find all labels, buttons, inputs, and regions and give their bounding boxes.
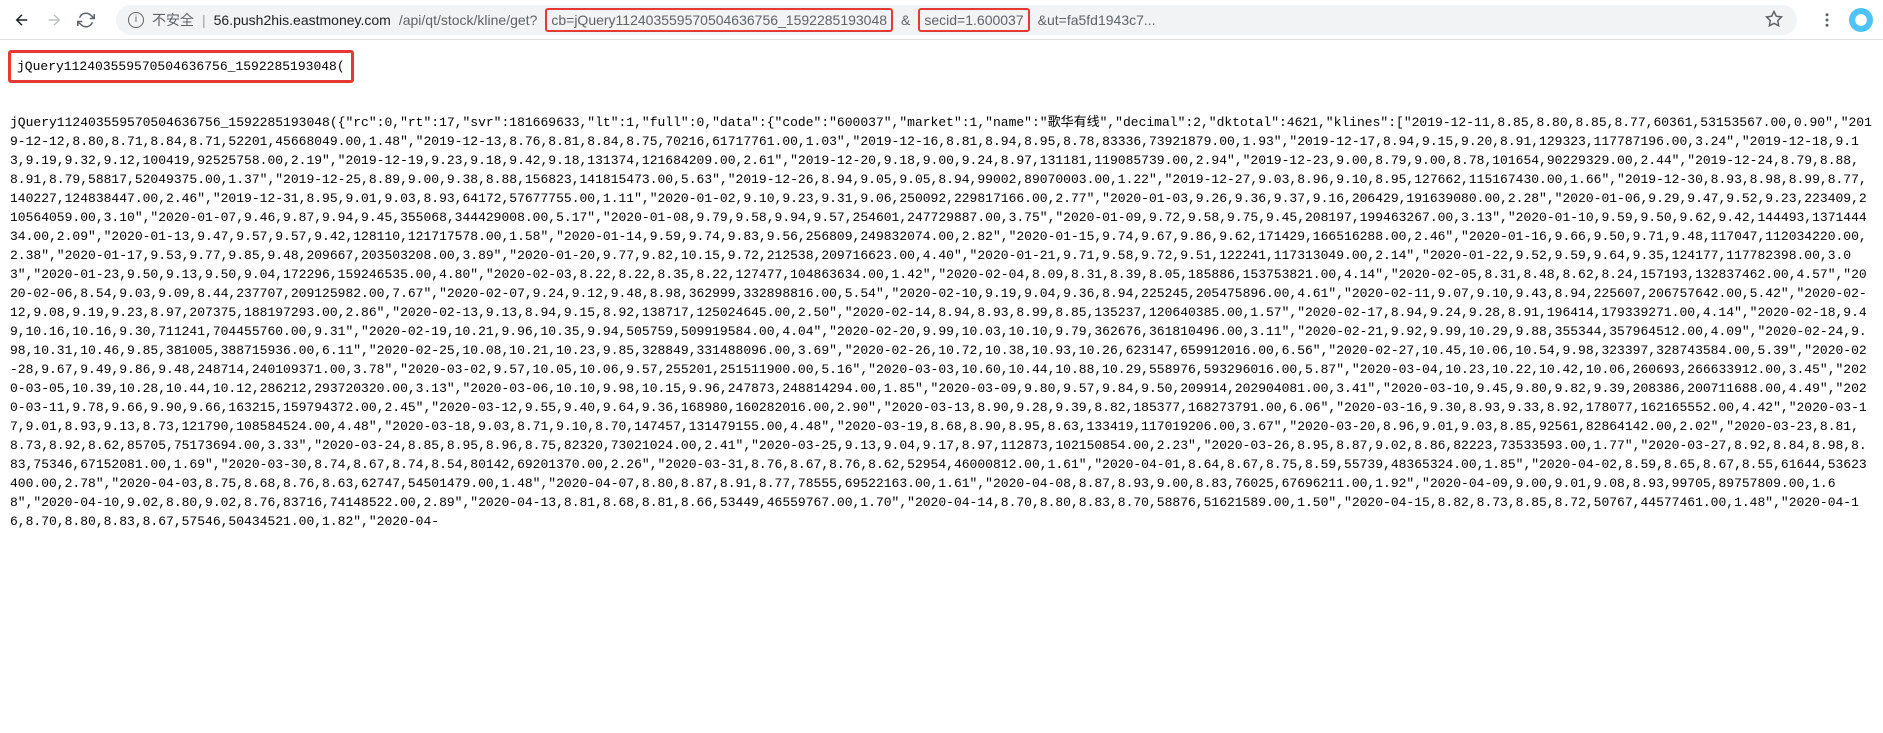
page-content: jQuery112403559570504636756_159228519304… xyxy=(0,40,1883,564)
reload-button[interactable] xyxy=(74,8,98,32)
url-host: 56.push2his.eastmoney.com xyxy=(214,12,391,28)
toolbar-right-icons xyxy=(1815,8,1873,32)
forward-button[interactable] xyxy=(42,8,66,32)
url-separator: | xyxy=(202,12,206,28)
url-path-pre: /api/qt/stock/kline/get? xyxy=(399,12,538,28)
url-secid-highlight: secid=1.600037 xyxy=(918,8,1029,32)
menu-button[interactable] xyxy=(1815,8,1839,32)
callback-name-highlight: jQuery112403559570504636756_159228519304… xyxy=(8,50,354,83)
extension-icon[interactable] xyxy=(1849,8,1873,32)
url-cb-highlight: cb=jQuery112403559570504636756_159228519… xyxy=(545,8,893,32)
info-icon: i xyxy=(128,12,144,28)
url-amp-1: & xyxy=(901,12,910,28)
address-bar[interactable]: i 不安全 | 56.push2his.eastmoney.com/api/qt… xyxy=(116,5,1797,35)
bookmark-star-icon[interactable] xyxy=(1765,10,1785,30)
url-rest: &ut=fa5fd1943c7... xyxy=(1038,12,1156,28)
back-button[interactable] xyxy=(10,8,34,32)
response-body: jQuery112403559570504636756_159228519304… xyxy=(10,111,1873,531)
insecure-label: 不安全 xyxy=(152,10,194,30)
browser-toolbar: i 不安全 | 56.push2his.eastmoney.com/api/qt… xyxy=(0,0,1883,40)
